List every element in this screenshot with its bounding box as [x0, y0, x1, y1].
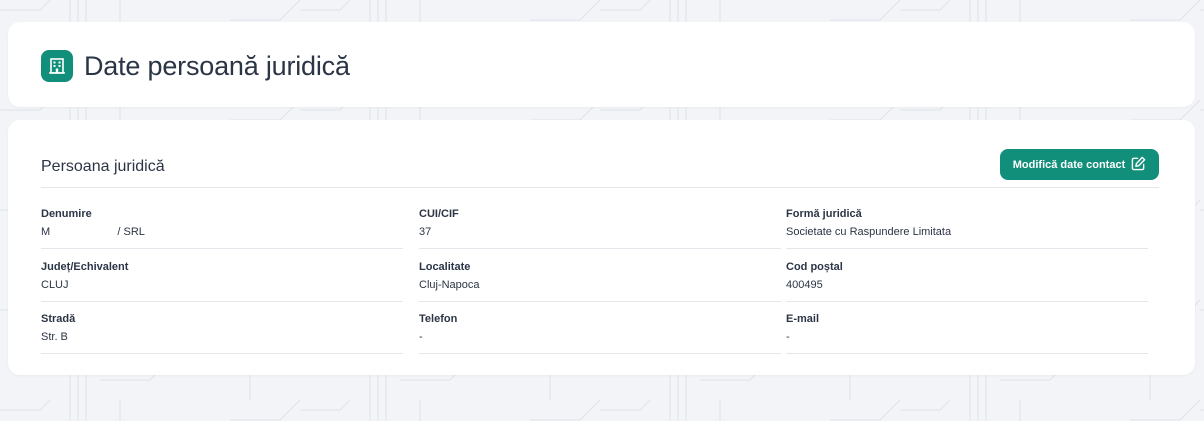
- field-email: E-mail -: [786, 313, 1148, 354]
- section-header: Persoana juridică Modifică date contact: [41, 148, 1159, 188]
- field-telefon: Telefon -: [419, 313, 781, 354]
- field-cui: CUI/CIF 37: [419, 208, 781, 249]
- field-value: Cluj-Napoca: [419, 279, 480, 291]
- edit-contact-button[interactable]: Modifică date contact: [1000, 149, 1159, 180]
- field-cod-postal: Cod poștal 400495: [786, 261, 1148, 302]
- field-strada: Stradă Str. B: [41, 313, 403, 354]
- field-label: Denumire: [41, 208, 92, 220]
- field-value: Str. B: [41, 331, 68, 343]
- title-card: Date persoană juridică: [8, 22, 1195, 107]
- legal-entity-card: Persoana juridică Modifică date contact …: [8, 120, 1195, 375]
- field-value: 400495: [786, 279, 823, 291]
- field-judet: Județ/Echivalent CLUJ: [41, 261, 403, 302]
- page-title: Date persoană juridică: [84, 50, 350, 81]
- section-title: Persoana juridică: [41, 158, 165, 175]
- field-value: -: [786, 331, 790, 343]
- field-label: Județ/Echivalent: [41, 261, 129, 273]
- field-label: E-mail: [786, 313, 820, 325]
- field-label: CUI/CIF: [419, 208, 459, 220]
- field-label: Cod poștal: [786, 261, 843, 273]
- field-label: Telefon: [419, 313, 458, 325]
- field-value: M / SRL: [41, 226, 145, 238]
- field-label: Localitate: [419, 261, 471, 273]
- field-value: -: [419, 331, 423, 343]
- field-label: Stradă: [41, 313, 76, 325]
- field-value: Societate cu Raspundere Limitata: [786, 226, 952, 238]
- title-row: Date persoană juridică: [41, 50, 350, 82]
- field-localitate: Localitate Cluj-Napoca: [419, 261, 781, 302]
- building-icon: [41, 50, 73, 82]
- edit-icon: [1131, 156, 1146, 174]
- field-value: CLUJ: [41, 279, 69, 291]
- field-value: 37: [419, 226, 432, 238]
- field-forma-juridica: Formă juridică Societate cu Raspundere L…: [786, 208, 1148, 249]
- field-denumire: Denumire M / SRL: [41, 208, 403, 249]
- edit-contact-button-label: Modifică date contact: [1012, 158, 1126, 171]
- field-label: Formă juridică: [786, 208, 862, 220]
